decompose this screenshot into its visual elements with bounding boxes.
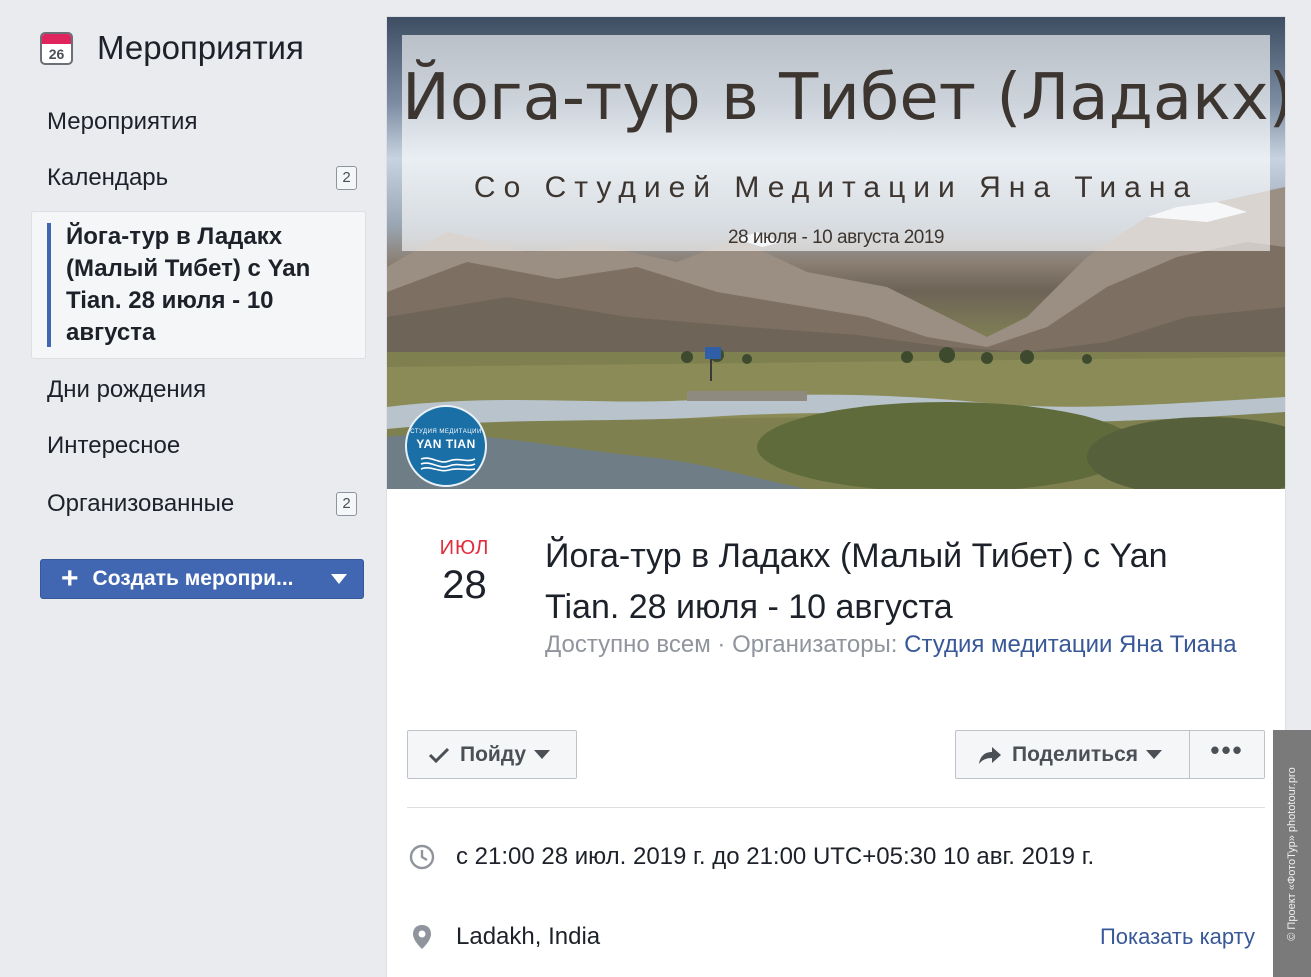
meta-separator: · [710, 631, 733, 658]
sidebar-item-label: Календарь [47, 164, 169, 191]
going-button[interactable]: Пойду [407, 730, 577, 779]
sidebar-title: Мероприятия [97, 29, 304, 66]
clock-icon [407, 842, 437, 872]
sidebar-item-hosting[interactable]: Организованные 2 [47, 484, 357, 524]
watermark-text: © Проект «ФотоТур» phototour.pro [1286, 766, 1298, 941]
sidebar-item-active-event[interactable]: Йога-тур в Ладакх (Малый Тибет) с Yan Ti… [31, 211, 366, 359]
event-location[interactable]: Ladakh, India [456, 923, 600, 951]
chevron-down-icon [534, 750, 551, 759]
studio-logo: СТУДИЯ МЕДИТАЦИИ YAN TIAN [405, 405, 487, 487]
cover-photo[interactable]: Йога-тур в Тибет (Ладакх) Со Студией Мед… [387, 17, 1285, 489]
event-meta: Доступно всем · Организаторы: Студия мед… [545, 629, 1245, 661]
event-privacy: Доступно всем [545, 631, 711, 658]
more-icon: ••• [1210, 734, 1244, 765]
count-badge: 2 [336, 492, 357, 516]
chevron-down-icon[interactable] [331, 574, 347, 584]
chevron-down-icon [1146, 750, 1163, 759]
sidebar-item-discover[interactable]: Интересное [47, 426, 357, 466]
sidebar-item-birthdays[interactable]: Дни рождения [47, 370, 357, 410]
divider [407, 807, 1265, 808]
sidebar-header: 26 Мероприятия [40, 28, 304, 68]
sidebar-item-label: Организованные [47, 490, 235, 517]
cover-title: Йога-тур в Тибет (Ладакх) [402, 61, 1285, 135]
calendar-icon: 26 [40, 31, 73, 65]
create-event-button[interactable]: + Создать меропри... [40, 559, 364, 599]
cover-text-panel: Йога-тур в Тибет (Ладакх) Со Студией Мед… [402, 35, 1285, 251]
event-date-day: 28 [442, 563, 487, 607]
sidebar-item-events[interactable]: Мероприятия [47, 102, 357, 142]
event-date-month: ИЮЛ [439, 537, 490, 559]
share-arrow-icon [979, 746, 1001, 764]
calendar-icon-day: 26 [48, 45, 65, 62]
watermark: © Проект «ФотоТур» phototour.pro [1273, 730, 1311, 977]
waves-icon [420, 457, 476, 472]
event-title: Йога-тур в Ладакх (Малый Тибет) с Yan Ti… [545, 537, 1168, 626]
cover-subtitle: Со Студией Медитации Яна Тиана [473, 171, 1199, 204]
sidebar-item-label: Мероприятия [47, 108, 198, 135]
event-location-row: Ladakh, India Показать карту [407, 917, 1265, 957]
sidebar-item-label: Интересное [47, 432, 181, 459]
going-label: Пойду [460, 742, 527, 766]
location-pin-icon [407, 922, 437, 952]
share-label: Поделиться [1012, 742, 1139, 766]
show-map-link[interactable]: Показать карту [1100, 924, 1255, 950]
create-event-label: Создать меропри... [92, 567, 294, 590]
event-time: с 21:00 28 июл. 2019 г. до 21:00 UTC+05:… [456, 843, 1095, 870]
count-badge: 2 [336, 166, 357, 190]
event-card: Йога-тур в Тибет (Ладакх) Со Студией Мед… [386, 16, 1286, 977]
sidebar: 26 Мероприятия Мероприятия Календарь 2 Й… [0, 0, 385, 977]
share-button[interactable]: Поделиться [955, 730, 1190, 779]
cover-dates: 28 июля - 10 августа 2019 [727, 227, 945, 248]
sidebar-item-label: Дни рождения [47, 376, 207, 403]
organizers-label: Организаторы: [732, 631, 898, 658]
check-icon [428, 747, 450, 763]
logo-big-text: YAN TIAN [416, 437, 476, 451]
more-options-button[interactable]: ••• [1189, 730, 1265, 779]
logo-small-text: СТУДИЯ МЕДИТАЦИИ [410, 429, 482, 435]
sidebar-item-calendar[interactable]: Календарь 2 [47, 158, 357, 198]
organizer-link[interactable]: Студия медитации Яна Тиана [904, 631, 1236, 658]
sidebar-item-label: Йога-тур в Ладакх (Малый Тибет) с Yan Ti… [66, 223, 311, 346]
plus-icon: + [61, 562, 79, 595]
event-time-row: с 21:00 28 июл. 2019 г. до 21:00 UTC+05:… [407, 837, 1265, 877]
